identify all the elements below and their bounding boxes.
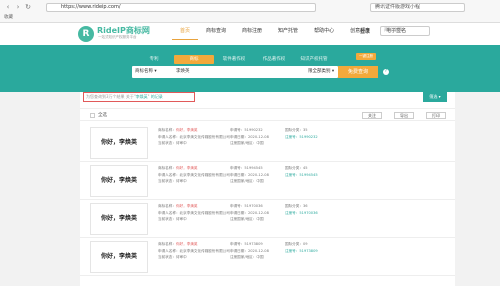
- bookmarks-bar[interactable]: 收藏: [4, 14, 13, 20]
- region: 注册国家/地区：中国: [230, 217, 264, 221]
- name-highlight: 李焕英: [186, 242, 198, 246]
- trademark-info: 商标名称：你好，李焕英 申请人名称：北京李焕文化传媒股份有限公司 当前状态：待审…: [158, 241, 230, 261]
- application-info: 申请号：51973809 申请日期：2020-12-08 注册国家/地区：中国: [230, 241, 269, 261]
- results-panel: 为您查询到3万个结果 关于"李焕英" 的记录 筛选 ▾ 全选 关注 导出 打印 …: [80, 92, 455, 286]
- select-all-label: 全选: [98, 113, 107, 118]
- nav-item-search[interactable]: 商标查询: [198, 23, 234, 45]
- list-item[interactable]: 你好，李焕英 商标名称：你好，李焕英 申请人名称：北京李焕文化传媒股份有限公司 …: [80, 124, 455, 162]
- url-bar[interactable]: https://www.rideip.com/: [46, 3, 316, 12]
- status: 当前状态：待审中: [158, 217, 187, 221]
- search-button[interactable]: 免费查询: [338, 66, 378, 78]
- region: 注册国家/地区：中国: [230, 255, 264, 259]
- tab-patent[interactable]: 专利: [134, 55, 174, 64]
- name-label: 商标名称：: [158, 166, 176, 170]
- trademark-image-text: 你好，李焕英: [100, 253, 137, 260]
- name-highlight: 李焕英: [186, 128, 198, 132]
- result-summary: 为您查询到3万个结果 关于"李焕英" 的记录: [83, 92, 195, 102]
- trademark-search-bar[interactable]: 商标名称 ▾ 李焕英 限全部类别 ▾: [132, 66, 338, 78]
- registration-number[interactable]: 注册号：51973809: [285, 248, 318, 255]
- register-badge[interactable]: 一键注册: [356, 53, 376, 60]
- tab-work-copyright[interactable]: 作品著作权: [254, 55, 294, 64]
- name-prefix: 你好，: [175, 242, 187, 246]
- login-link[interactable]: 登录: [360, 28, 370, 36]
- select-all-checkbox[interactable]: [90, 113, 95, 118]
- name-prefix: 你好，: [175, 166, 187, 170]
- follow-button[interactable]: 关注: [362, 112, 382, 119]
- class-info: 国际分类：09 注册号：51973809: [285, 241, 318, 254]
- nav-item-help[interactable]: 帮助中心: [306, 23, 342, 45]
- nav-item-register[interactable]: 商标注册: [234, 23, 270, 45]
- name-label: 商标名称：: [158, 242, 176, 246]
- status: 当前状态：待审中: [158, 179, 187, 183]
- region: 注册国家/地区：中国: [230, 179, 264, 183]
- status: 当前状态：待审中: [158, 255, 187, 259]
- search-category-select[interactable]: 商标名称 ▾: [135, 66, 157, 78]
- name-highlight: 李焕英: [186, 166, 198, 170]
- logo-mark: R: [78, 26, 94, 42]
- list-item[interactable]: 你好，李焕英 商标名称：你好，李焕英 申请人名称：北京李焕文化传媒股份有限公司 …: [80, 238, 455, 276]
- nav-item-trust[interactable]: 知产托管: [270, 23, 306, 45]
- application-info: 申请号：51990232 申请日期：2020-12-08 注册国家/地区：中国: [230, 127, 269, 147]
- trademark-image-text: 你好，李焕英: [100, 139, 137, 146]
- class-info: 国际分类：35 注册号：51990232: [285, 127, 318, 140]
- trademark-image[interactable]: 你好，李焕英: [90, 203, 148, 235]
- trademark-image-text: 你好，李焕英: [100, 215, 137, 222]
- registration-number[interactable]: 注册号：51970036: [285, 210, 318, 217]
- summary-clear[interactable]: 的记录: [151, 94, 163, 99]
- summary-prefix: 为您查询到3万个结果 关于": [86, 94, 136, 99]
- print-button[interactable]: 打印: [426, 112, 446, 119]
- tab-software-copyright[interactable]: 软件著作权: [214, 55, 254, 64]
- tab-ip-trust[interactable]: 知识产权托管: [294, 55, 334, 64]
- help-icon[interactable]: ?: [383, 69, 389, 75]
- nav-item-home[interactable]: 首页: [172, 23, 199, 40]
- search-tabs: 专利 商标 软件著作权 作品著作权 知识产权托管: [134, 55, 334, 64]
- name-prefix: 你好，: [175, 128, 187, 132]
- trademark-image[interactable]: 你好，李焕英: [90, 127, 148, 159]
- browser-search-input[interactable]: 腾讯证件版游戏小程: [370, 3, 465, 12]
- application-info: 申请号：51970036 申请日期：2020-12-08 注册国家/地区：中国: [230, 203, 269, 223]
- search-hero: 专利 商标 软件著作权 作品著作权 知识产权托管 一键注册 商标名称 ▾ 李焕英…: [0, 45, 500, 92]
- name-prefix: 你好，: [175, 204, 187, 208]
- trademark-image[interactable]: 你好，李焕英: [90, 241, 148, 273]
- site-logo[interactable]: R RideIP商标网 一站式知识产权服务平台: [78, 25, 158, 43]
- name-highlight: 李焕英: [186, 204, 198, 208]
- top-nav: 首页 商标查询 商标注册 知产托管 帮助中心 创意超度 电子签名: [172, 23, 414, 45]
- status: 当前状态：待审中: [158, 141, 187, 145]
- refresh-icon[interactable]: ↻: [24, 3, 32, 11]
- list-item[interactable]: 你好，李焕英 商标名称：你好，李焕英 申请人名称：北京李焕文化传媒股份有限公司 …: [80, 162, 455, 200]
- logo-subtitle: 一站式知识产权服务平台: [98, 35, 137, 39]
- trademark-image-text: 你好，李焕英: [100, 177, 137, 184]
- list-item[interactable]: 你好，李焕英 商标名称：你好，李焕英 申请人名称：北京李焕文化传媒股份有限公司 …: [80, 200, 455, 238]
- class-info: 国际分类：45 注册号：51994545: [285, 165, 318, 178]
- trademark-info: 商标名称：你好，李焕英 申请人名称：北京李焕文化传媒股份有限公司 当前状态：待审…: [158, 165, 230, 185]
- export-button[interactable]: 导出: [394, 112, 414, 119]
- trademark-info: 商标名称：你好，李焕英 申请人名称：北京李焕文化传媒股份有限公司 当前状态：待审…: [158, 203, 230, 223]
- tab-trademark[interactable]: 商标: [174, 55, 214, 64]
- list-header: 全选 关注 导出 打印: [80, 108, 455, 121]
- site-header: R RideIP商标网 一站式知识产权服务平台 首页 商标查询 商标注册 知产托…: [0, 23, 500, 45]
- result-list: 你好，李焕英 商标名称：你好，李焕英 申请人名称：北京李焕文化传媒股份有限公司 …: [80, 124, 455, 276]
- application-info: 申请号：51994545 申请日期：2020-12-08 注册国家/地区：中国: [230, 165, 269, 185]
- registration-number[interactable]: 注册号：51994545: [285, 172, 318, 179]
- trademark-image[interactable]: 你好，李焕英: [90, 165, 148, 197]
- registration-number[interactable]: 注册号：51990232: [285, 134, 318, 141]
- class-info: 国际分类：36 注册号：51970036: [285, 203, 318, 216]
- search-class-select[interactable]: 限全部类别 ▾: [308, 66, 334, 78]
- header-search-input[interactable]: 商标注册: [380, 26, 430, 36]
- filter-button[interactable]: 筛选 ▾: [423, 92, 447, 102]
- region: 注册国家/地区：中国: [230, 141, 264, 145]
- forward-icon[interactable]: ›: [14, 3, 22, 11]
- name-label: 商标名称：: [158, 204, 176, 208]
- back-icon[interactable]: ‹: [4, 3, 12, 11]
- browser-bar: ‹ › ↻ https://www.rideip.com/ 腾讯证件版游戏小程 …: [0, 0, 500, 23]
- trademark-info: 商标名称：你好，李焕英 申请人名称：北京李焕文化传媒股份有限公司 当前状态：待审…: [158, 127, 230, 147]
- summary-keyword: 李焕英: [135, 94, 148, 99]
- search-input[interactable]: 李焕英: [176, 66, 190, 78]
- name-label: 商标名称：: [158, 128, 176, 132]
